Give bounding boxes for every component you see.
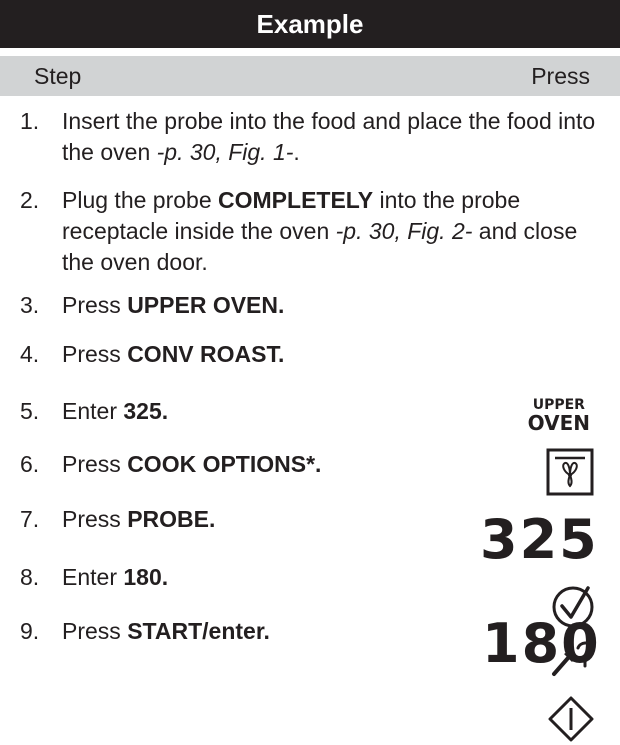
step-text-fragment: . [293, 139, 300, 165]
upper-oven-label-line1: UPPER [532, 397, 585, 413]
temperature-325-display[interactable]: 325 [480, 508, 599, 571]
step-text-fragment: Press [62, 292, 128, 318]
step-emphasis: COOK OPTIONS*. [127, 451, 322, 477]
step-text: Plug the probe COMPLETELY into the probe… [62, 185, 607, 278]
step-text-fragment: Press [62, 506, 128, 532]
start-enter-diamond-icon[interactable] [548, 696, 594, 742]
page-reference: -p. 30, Fig. 1- [156, 139, 294, 165]
step-text: Enter 325. [62, 396, 607, 427]
upper-oven-label-line2: OVEN [527, 411, 590, 435]
page-title: Example [256, 9, 364, 39]
step-text-fragment: Enter [62, 564, 124, 590]
step-emphasis: CONV ROAST. [127, 341, 285, 367]
step-emphasis: COMPLETELY [218, 187, 374, 213]
example-title-bar: Example [0, 0, 620, 48]
step-text-fragment: Press [62, 341, 128, 367]
probe-temperature-180-display[interactable]: 180 [482, 612, 601, 675]
step-number: 9. [20, 618, 40, 644]
step-text: Press COOK OPTIONS*. [62, 449, 607, 480]
step-emphasis: START/enter. [127, 618, 270, 644]
step-number: 7. [20, 506, 40, 532]
step-number: 1. [20, 108, 40, 134]
step-emphasis: 325. [123, 398, 169, 424]
step-emphasis: PROBE. [127, 506, 216, 532]
press-column-header: Press [531, 63, 590, 89]
page-reference: -p. 30, Fig. 2- [335, 218, 473, 244]
step-text-fragment: Press [62, 451, 128, 477]
step-text: Insert the probe into the food and place… [62, 106, 607, 168]
step-number: 8. [20, 564, 40, 590]
step-text: Press CONV ROAST. [62, 339, 607, 370]
step-column-header: Step [34, 63, 82, 89]
step-text: Press UPPER OVEN. [62, 290, 607, 321]
step-emphasis: 180. [123, 564, 169, 590]
step-number: 5. [20, 398, 40, 424]
step-number: 2. [20, 187, 40, 213]
step-text-fragment: Plug the probe [62, 187, 219, 213]
step-text-fragment: Press [62, 618, 128, 644]
upper-oven-button[interactable]: UPPER OVEN [528, 398, 590, 433]
step-emphasis: UPPER OVEN. [127, 292, 285, 318]
step-number: 3. [20, 292, 40, 318]
step-text-fragment: Insert the probe into the food and place… [62, 108, 596, 165]
step-number: 6. [20, 451, 40, 477]
table-header-row: Step Press [0, 56, 620, 96]
conv-roast-fan-icon[interactable] [546, 448, 594, 496]
step-text-fragment: Enter [62, 398, 124, 424]
step-number: 4. [20, 341, 40, 367]
